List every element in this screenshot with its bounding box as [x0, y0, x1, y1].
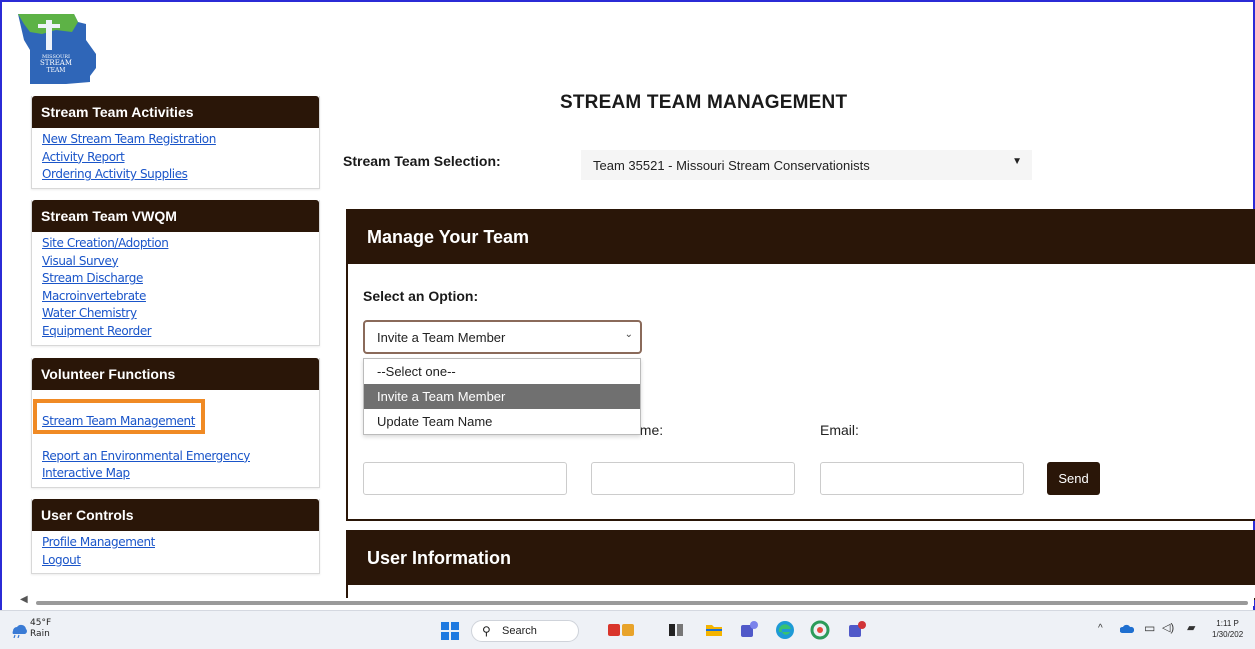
link-interactive-map[interactable]: Interactive Map: [42, 465, 309, 483]
option-select-value: Invite a Team Member: [377, 330, 506, 345]
user-information-title: User Information: [348, 532, 1255, 585]
sidebar-section-title: Volunteer Functions: [32, 358, 319, 390]
option-update-team-name[interactable]: Update Team Name: [364, 409, 640, 434]
link-site-creation[interactable]: Site Creation/Adoption: [42, 235, 309, 253]
windows-taskbar: 45°F Rain ⚲ Search ^ ▭ ◁) ▰ 1:11 P 1/30/…: [0, 610, 1255, 649]
link-logout[interactable]: Logout: [42, 552, 309, 570]
sidebar-section-title: User Controls: [32, 499, 319, 531]
sidebar-section-vwqm: Stream Team VWQM Site Creation/Adoption …: [31, 200, 320, 346]
weather-rain-icon[interactable]: [9, 622, 27, 638]
manage-team-title: Manage Your Team: [348, 211, 1255, 264]
team-selection-value: Team 35521 - Missouri Stream Conservatio…: [593, 158, 870, 173]
send-button[interactable]: Send: [1047, 462, 1100, 495]
missouri-stream-team-logo[interactable]: MISSOURI STREAM TEAM: [16, 10, 112, 88]
email-label: Email:: [820, 422, 859, 438]
sidebar-section-activities: Stream Team Activities New Stream Team R…: [31, 96, 320, 189]
link-new-registration[interactable]: New Stream Team Registration: [42, 131, 309, 149]
last-name-field[interactable]: [591, 462, 795, 495]
highlight-annotation-box: [33, 399, 205, 434]
option-dropdown-list: --Select one-- Invite a Team Member Upda…: [363, 358, 641, 435]
task-view-icon[interactable]: [668, 622, 684, 638]
windows-start-icon[interactable]: [441, 622, 459, 640]
link-stream-discharge[interactable]: Stream Discharge: [42, 270, 309, 288]
volume-icon[interactable]: ◁): [1162, 621, 1174, 634]
email-field[interactable]: [820, 462, 1024, 495]
clock-date: 1/30/202: [1212, 630, 1244, 639]
option-select[interactable]: Invite a Team Member ⌄: [363, 320, 642, 354]
option-invite-member[interactable]: Invite a Team Member: [364, 384, 640, 409]
link-macroinvertebrate[interactable]: Macroinvertebrate: [42, 288, 309, 306]
link-report-emergency[interactable]: Report an Environmental Emergency: [42, 448, 309, 466]
link-visual-survey[interactable]: Visual Survey: [42, 253, 309, 271]
display-icon[interactable]: ▭: [1144, 621, 1155, 635]
logo-line-3: TEAM: [47, 67, 66, 74]
select-option-label: Select an Option:: [363, 288, 479, 304]
edge-browser-icon[interactable]: [775, 620, 795, 640]
onedrive-cloud-icon[interactable]: [1120, 624, 1134, 634]
weather-desc: Rain: [30, 629, 50, 639]
weather-temp: 45°F: [30, 618, 52, 628]
teams-notification-icon[interactable]: [846, 619, 868, 641]
link-equipment-reorder[interactable]: Equipment Reorder: [42, 323, 309, 341]
battery-icon[interactable]: ▰: [1187, 621, 1195, 634]
chevron-down-icon: ⌄: [624, 329, 633, 340]
link-water-chemistry[interactable]: Water Chemistry: [42, 305, 309, 323]
caret-down-icon: ▼: [1012, 156, 1022, 167]
search-icon: ⚲: [482, 624, 491, 638]
link-activity-report[interactable]: Activity Report: [42, 149, 309, 167]
logo-line-2: STREAM: [40, 59, 72, 67]
horizontal-scrollbar[interactable]: ◀: [14, 594, 1254, 606]
chevron-up-icon[interactable]: ^: [1098, 623, 1103, 634]
file-explorer-icon[interactable]: [705, 622, 723, 638]
sidebar-section-user-controls: User Controls Profile Management Logout: [31, 499, 320, 575]
weather-widget[interactable]: 45°F Rain: [30, 618, 51, 640]
link-profile-management[interactable]: Profile Management: [42, 534, 309, 552]
scrollbar-thumb[interactable]: [36, 601, 1248, 605]
sidebar-section-title: Stream Team Activities: [32, 96, 319, 128]
widget-app-icon[interactable]: [608, 621, 636, 639]
user-information-panel: User Information: [346, 530, 1255, 600]
taskbar-search-label: Search: [502, 625, 537, 637]
clock-time: 1:11 P: [1216, 619, 1239, 628]
system-clock[interactable]: 1:11 P 1/30/202: [1212, 618, 1243, 640]
option-select-one[interactable]: --Select one--: [364, 359, 640, 384]
page-title: STREAM TEAM MANAGEMENT: [560, 92, 848, 113]
link-ordering-supplies[interactable]: Ordering Activity Supplies: [42, 166, 309, 184]
teams-icon[interactable]: [738, 619, 760, 641]
app-icon-green[interactable]: [810, 620, 830, 640]
taskbar-search-box[interactable]: ⚲ Search: [471, 620, 579, 642]
sidebar-section-title: Stream Team VWQM: [32, 200, 319, 232]
team-selection-label: Stream Team Selection:: [343, 153, 501, 169]
scroll-left-icon[interactable]: ◀: [20, 594, 28, 605]
team-selection-dropdown[interactable]: Team 35521 - Missouri Stream Conservatio…: [581, 150, 1032, 180]
first-name-field[interactable]: [363, 462, 567, 495]
